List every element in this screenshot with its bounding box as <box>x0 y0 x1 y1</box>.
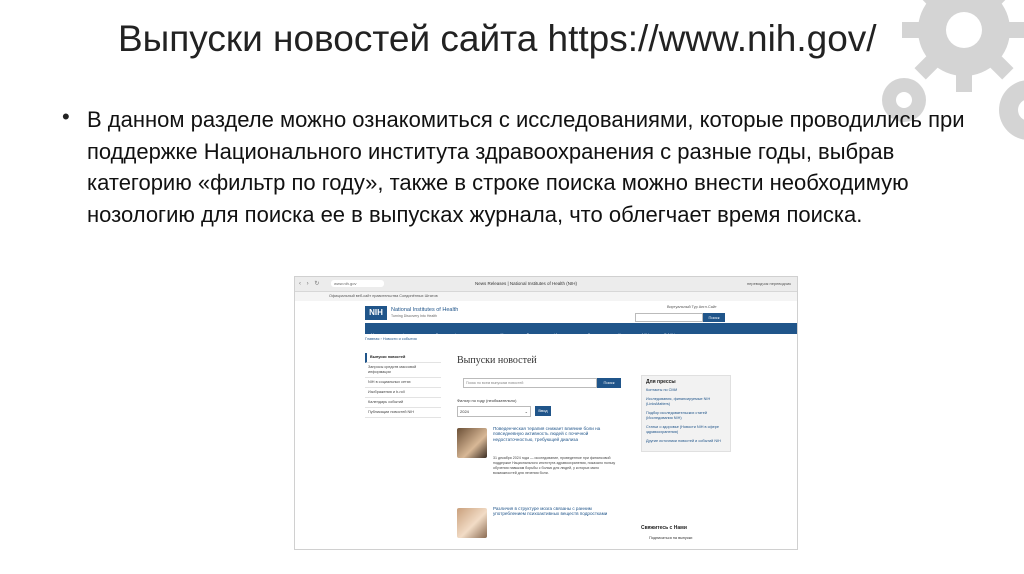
sidebar: Выпуски новостей Запросы средств массово… <box>365 353 441 418</box>
news-thumbnail[interactable] <box>457 428 487 458</box>
logo-tagline: Turning Discovery Into Health <box>391 314 437 318</box>
main-content: Выпуски новостей Поиск по всем выпускам … <box>457 355 629 549</box>
news-item: Различия в структуре мозга связаны с ран… <box>457 506 629 549</box>
sidebar-item-social-media[interactable]: NIH в социальных сетях <box>365 378 441 388</box>
header-search-button[interactable]: Поиск <box>703 313 725 322</box>
news-thumbnail[interactable] <box>457 508 487 538</box>
year-filter: 2024 ⌄ Ввод <box>457 406 629 418</box>
news-item: Поведенческая терапия снижает влияние бо… <box>457 426 629 510</box>
nav-grants[interactable]: Гранты и финансирование ⌄ <box>436 329 490 340</box>
sidebar-item-events[interactable]: Календарь событий <box>365 398 441 408</box>
press-link[interactable]: Контакты по СМИ <box>646 388 726 393</box>
header-links[interactable]: Виртуальный Тур Англ.Сайт <box>667 305 717 309</box>
breadcrumb[interactable]: Главная › Новости и события <box>365 337 417 341</box>
year-filter-label: Фильтр по году (необязательно) <box>457 398 517 403</box>
press-link[interactable]: Исследования, финансируемые NIH (LinksMa… <box>646 397 726 407</box>
year-select[interactable]: 2024 ⌄ <box>457 406 531 417</box>
browser-nav-icons[interactable]: ‹ › ↻ <box>299 280 321 287</box>
nav-about[interactable]: О NIH ⌄ <box>664 329 680 340</box>
main-nav: Медицинская информация ⌄ Гранты и финанс… <box>365 323 797 337</box>
nav-news-events[interactable]: Новости и события ⌄ <box>500 329 543 340</box>
bullet-text: В данном разделе можно ознакомиться с ис… <box>87 107 965 227</box>
news-summary: 31 декабря 2024 года — исследование, про… <box>493 456 616 475</box>
header-search-input[interactable] <box>635 313 703 322</box>
nav-research[interactable]: Исследования и обучение ⌄ <box>554 329 607 340</box>
press-title: Для прессы <box>646 379 676 385</box>
logo-text: National Institutes of Health <box>391 307 459 313</box>
nih-logo[interactable]: NIH <box>365 306 387 320</box>
page-heading: Выпуски новостей <box>457 355 537 366</box>
press-link[interactable]: Подбор исследовательских статей (Исследо… <box>646 411 726 421</box>
gov-banner: Официальный веб-сайт правительства Соеди… <box>295 292 797 301</box>
news-title[interactable]: Поведенческая терапия снижает влияние бо… <box>493 426 619 442</box>
press-link[interactable]: Другие источники новостей и событий NIH <box>646 439 726 444</box>
connect-title: Свяжитесь с Нами <box>641 525 687 531</box>
connect-panel: Свяжитесь с Нами Подписаться на выпуски <box>641 525 729 540</box>
sidebar-item-images[interactable]: Изображения и b-roll <box>365 388 441 398</box>
year-select-value: 2024 <box>460 409 469 414</box>
news-title[interactable]: Различия в структуре мозга связаны с ран… <box>493 506 619 517</box>
chevron-down-icon: ⌄ <box>524 409 528 414</box>
bullet-dot: • <box>62 104 70 129</box>
sidebar-item-publications[interactable]: Публикации новостей NIH <box>365 408 441 418</box>
press-link[interactable]: Статьи о здоровье (Новости NIH в сфере з… <box>646 425 726 435</box>
news-search-button[interactable]: Поиск <box>597 378 621 388</box>
news-search-input[interactable]: Поиск по всем выпускам новостей <box>463 378 597 388</box>
news-search: Поиск по всем выпускам новостей Поиск <box>457 378 629 389</box>
address-bar[interactable]: www.nih.gov <box>331 280 384 287</box>
sidebar-item-news-releases[interactable]: Выпуски новостей <box>365 353 441 363</box>
subscribe-link[interactable]: Подписаться на выпуски <box>641 536 729 540</box>
nih-screenshot: ‹ › ↻ www.nih.gov News Releases | Nation… <box>294 276 798 550</box>
tab-title: News Releases | National Institutes of H… <box>475 281 577 286</box>
slide-title: Выпуски новостей сайта https://www.nih.g… <box>118 18 877 59</box>
year-filter-button[interactable]: Ввод <box>535 406 551 416</box>
nav-institutes[interactable]: Институты в NIH ⌄ <box>618 329 653 340</box>
browser-toolbar: ‹ › ↻ www.nih.gov News Releases | Nation… <box>295 277 797 292</box>
translate-icons[interactable]: переводчик переводчик <box>747 281 791 286</box>
press-panel: Для прессы Контакты по СМИ Исследования,… <box>641 375 731 452</box>
sidebar-item-media-requests[interactable]: Запросы средств массовой информации <box>365 363 441 378</box>
